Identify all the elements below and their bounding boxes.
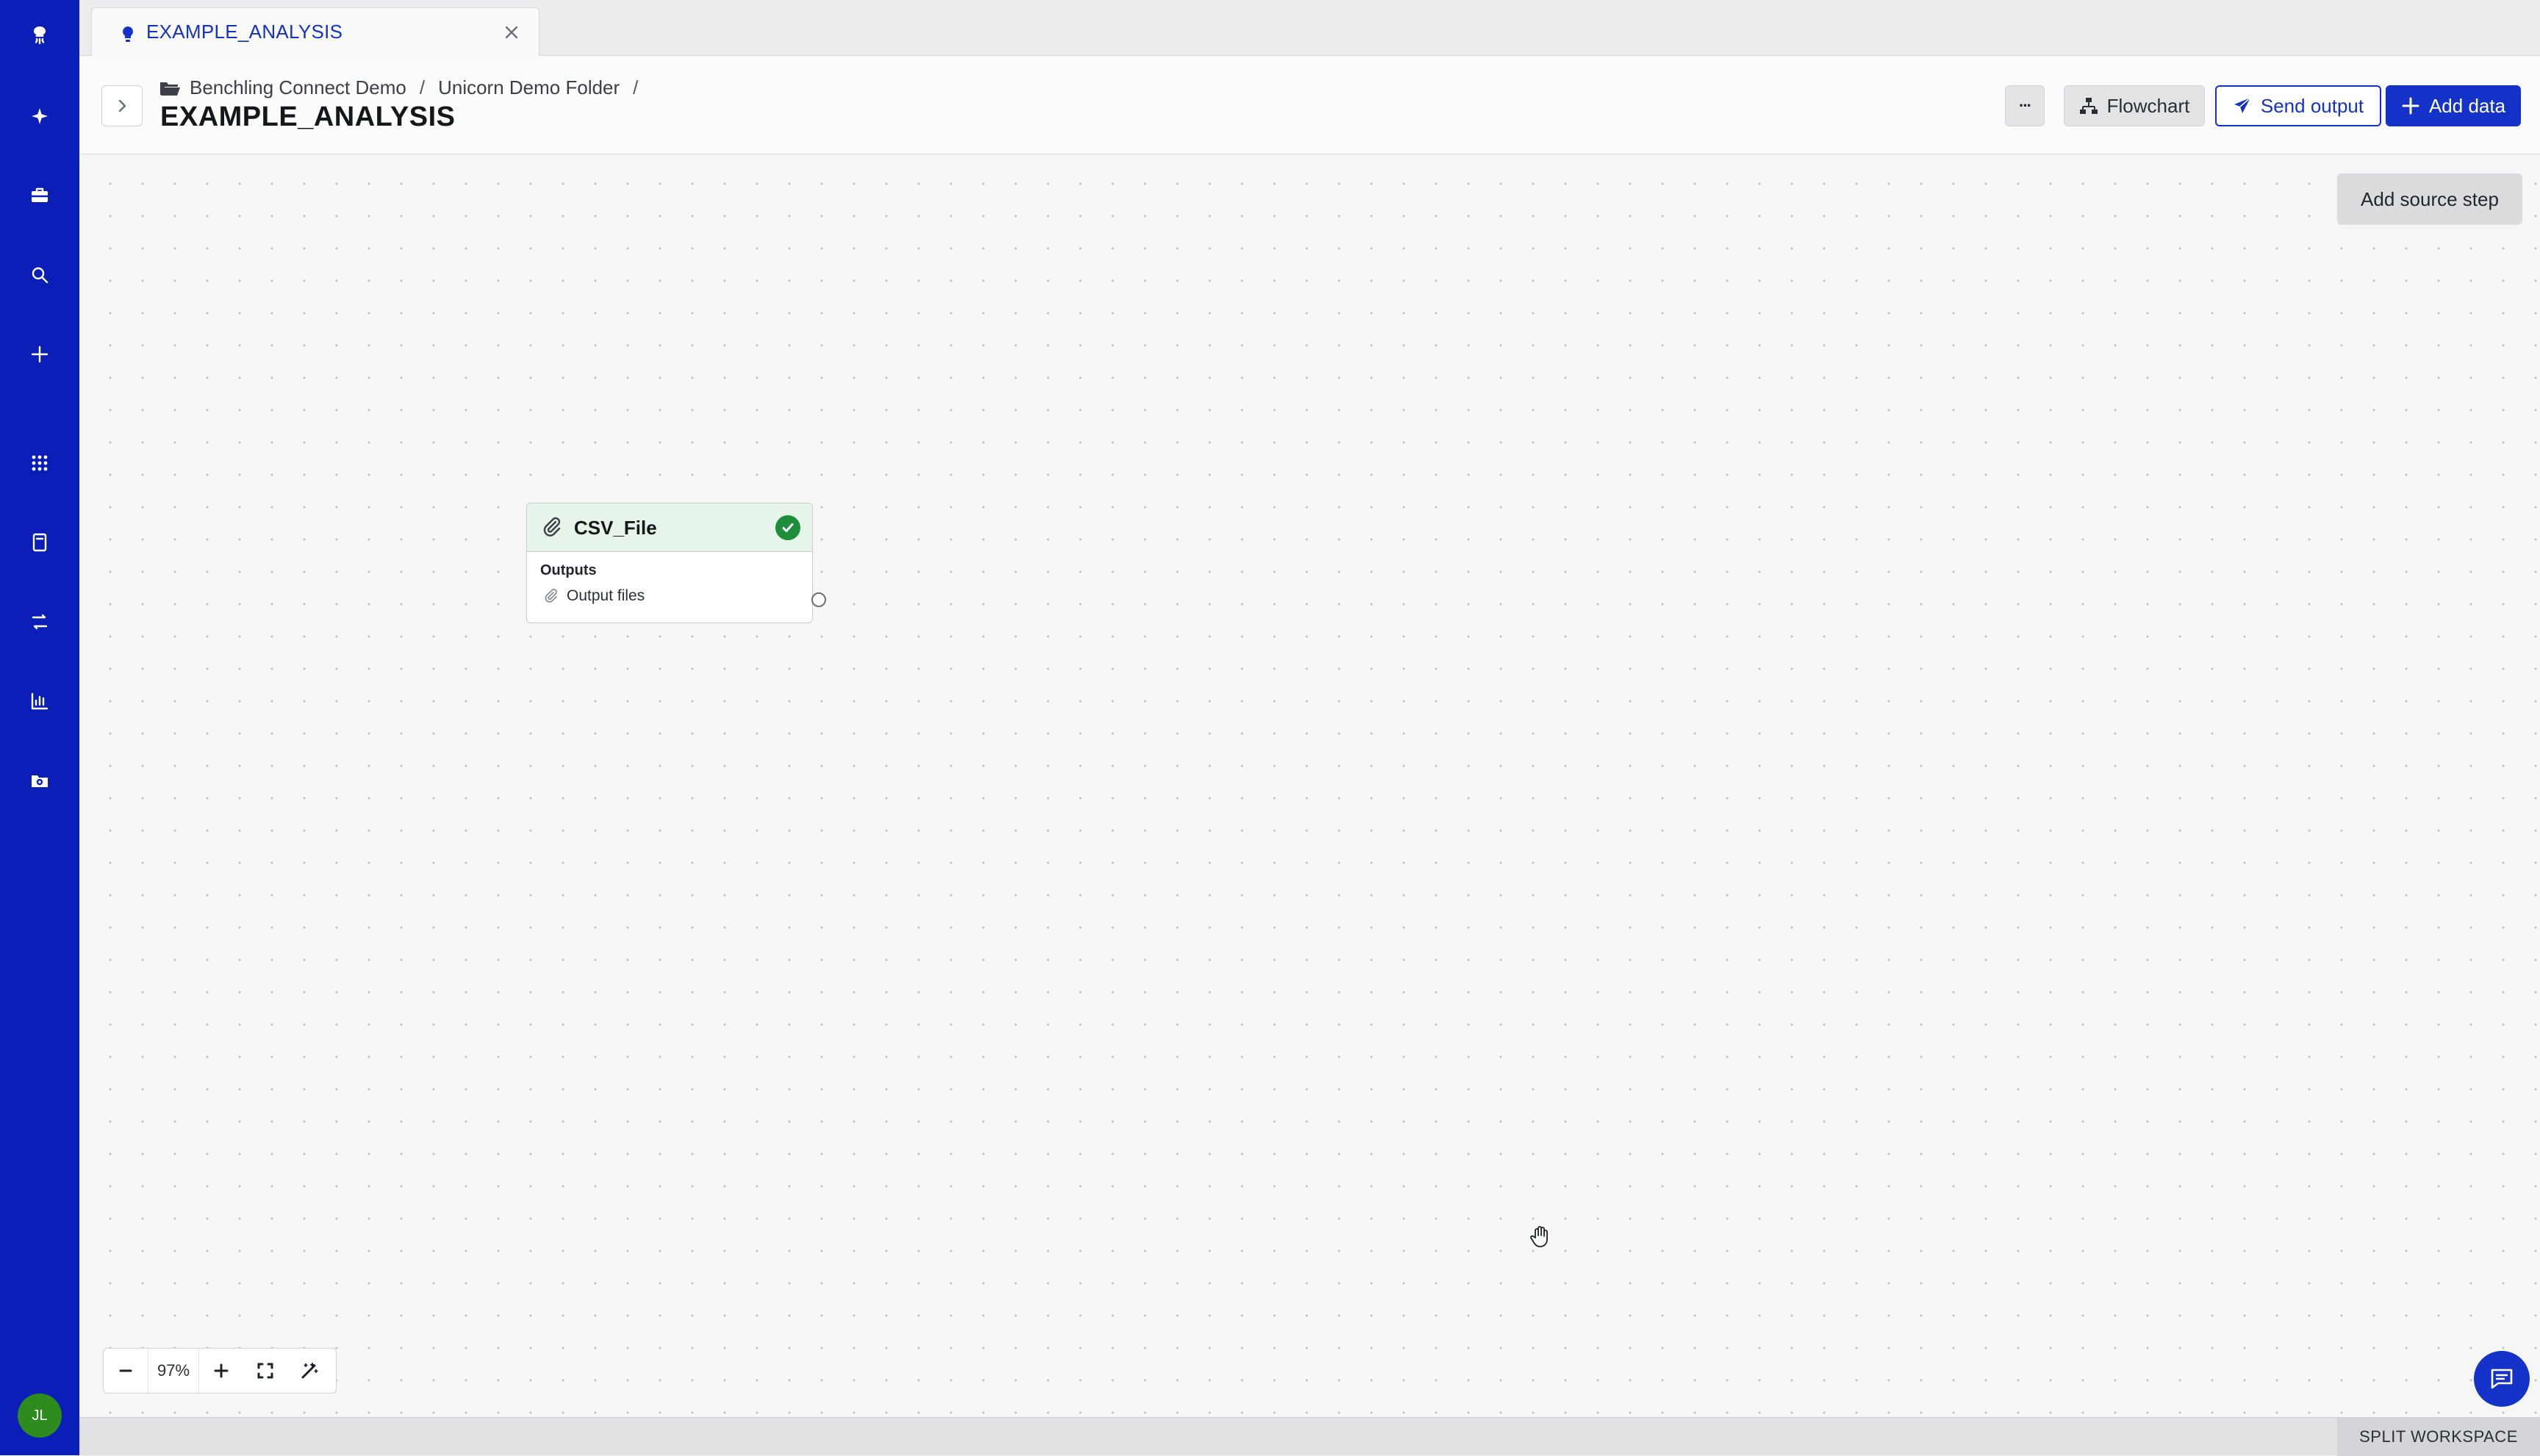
hand-cursor-icon [1530,1226,1548,1247]
send-output-label: Send output [2260,94,2364,117]
workflow-canvas[interactable] [79,154,2540,1417]
fit-view-button[interactable] [243,1349,287,1393]
zoom-out-button[interactable] [104,1349,148,1393]
flowchart-icon [2079,98,2098,114]
bottom-bar: SPLIT WORKSPACE [79,1417,2540,1456]
breadcrumb-separator: / [633,76,639,98]
sparkle-icon[interactable] [0,93,79,140]
node-outputs-heading: Outputs [540,562,597,578]
user-avatar[interactable]: JL [18,1394,62,1438]
flowchart-label: Flowchart [2106,94,2190,117]
split-workspace-button[interactable]: SPLIT WORKSPACE [2337,1418,2540,1456]
zoom-controls: 97% [103,1348,337,1394]
magic-wand-icon [301,1363,318,1379]
workflow-node-csv-file[interactable]: CSV_File Outputs Output files [526,503,813,623]
node-header: CSV_File [527,503,812,552]
node-output-port[interactable] [811,592,826,607]
page-header: Benchling Connect Demo / Unicorn Demo Fo… [79,56,2540,154]
more-options-button[interactable]: ··· [2005,85,2045,126]
paperclip-icon [545,589,557,603]
paperclip-icon [543,517,561,537]
apps-grid-icon[interactable] [0,440,79,487]
logo-icon[interactable] [0,12,79,59]
plus-icon [2402,97,2419,115]
lightbulb-icon [123,26,133,42]
chat-button[interactable] [2474,1351,2530,1407]
tab-strip: EXAMPLE_ANALYSIS [79,0,2540,56]
folder-icon[interactable] [0,757,79,804]
breadcrumb-item[interactable]: Unicorn Demo Folder [438,76,620,99]
output-item-label: Output files [567,587,645,604]
tab-label: EXAMPLE_ANALYSIS [146,21,343,43]
send-icon [2234,97,2251,113]
add-data-button[interactable]: Add data [2386,85,2521,126]
minus-icon [119,1369,132,1372]
breadcrumb-item[interactable]: Benchling Connect Demo [190,76,406,99]
breadcrumb-separator: / [419,76,426,98]
tab-example-analysis[interactable]: EXAMPLE_ANALYSIS [91,7,539,56]
expand-panel-button[interactable] [101,85,143,126]
add-source-step-button[interactable]: Add source step [2337,173,2522,225]
plus-icon[interactable] [0,331,79,378]
page-title: EXAMPLE_ANALYSIS [160,101,456,132]
node-output-item[interactable]: Output files [543,587,645,605]
chevron-right-icon [118,99,126,112]
notebook-icon[interactable] [0,519,79,566]
briefcase-icon[interactable] [0,172,79,219]
close-icon[interactable] [501,21,523,43]
chart-icon[interactable] [0,678,79,725]
search-icon[interactable] [0,251,79,298]
flowchart-button[interactable]: Flowchart [2064,85,2205,126]
send-output-button[interactable]: Send output [2215,85,2381,126]
add-data-label: Add data [2428,94,2506,117]
folder-open-icon [160,82,180,96]
zoom-in-button[interactable] [199,1349,243,1393]
fullscreen-icon [257,1363,273,1379]
auto-layout-button[interactable] [287,1349,331,1393]
chat-icon [2491,1369,2513,1389]
plus-icon [214,1363,229,1378]
success-check-icon [775,515,800,540]
more-options-icon: ··· [2019,96,2032,115]
zoom-level: 97% [148,1349,199,1393]
workflow-icon[interactable] [0,598,79,645]
left-navigation-rail: JL [0,0,79,1455]
node-title: CSV_File [574,517,657,539]
breadcrumb: Benchling Connect Demo / Unicorn Demo Fo… [159,76,651,99]
